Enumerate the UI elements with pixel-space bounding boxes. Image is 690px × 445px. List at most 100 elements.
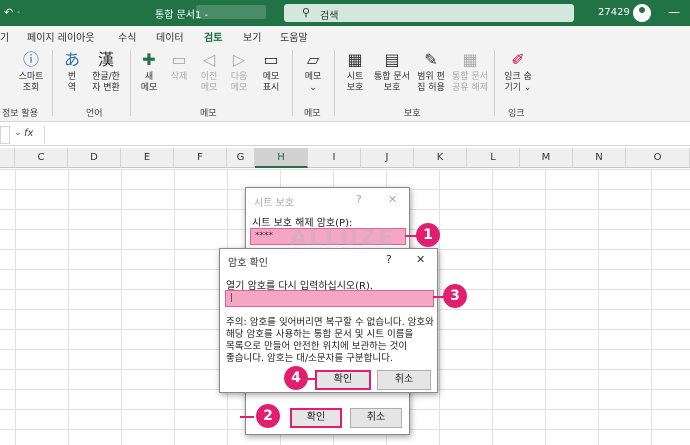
chevron-down-icon[interactable]: ⌄ — [14, 128, 22, 138]
button-label: 메모 — [262, 72, 280, 82]
unshare-icon: ▦ — [462, 50, 478, 69]
password-label: 시트 보호 해제 암호(P): — [252, 218, 353, 229]
button-label: 메모 — [200, 83, 218, 93]
button-label: 범위 편 — [417, 72, 445, 82]
protect-sheet-icon: ▦ — [347, 50, 363, 69]
formula-bar: ⌄ fx — [0, 124, 690, 146]
column-header[interactable]: C — [15, 148, 68, 168]
fx-icon[interactable]: fx — [24, 128, 33, 139]
prev-comment-button[interactable]: ◁ 이전 메모 — [196, 50, 222, 94]
group-label-comments: 메모 — [200, 109, 217, 119]
new-comment-icon: ✚ — [142, 50, 156, 69]
tab-formulas[interactable]: 수식 — [118, 29, 136, 44]
tab-help[interactable]: 도움말 — [280, 29, 308, 44]
group-label-protect: 보호 — [404, 109, 421, 119]
password-value: **** — [255, 231, 273, 241]
column-header[interactable]: O — [626, 148, 690, 168]
next-comment-icon: ▷ — [232, 50, 246, 69]
callout-badge-4: 4 — [284, 366, 308, 390]
search-box[interactable]: ⚲ 검색 — [284, 4, 574, 22]
translate-button[interactable]: あ 번 역 — [60, 50, 84, 94]
note-line: 좋습니다. 암호는 대/소문자를 구분합니다. — [226, 353, 393, 364]
group-separator — [292, 50, 293, 116]
help-icon[interactable]: ? — [356, 193, 362, 206]
column-header[interactable]: H — [255, 148, 308, 168]
minimize-button[interactable]: — — [668, 5, 680, 19]
button-label: 메모 — [304, 72, 322, 82]
translate-icon: あ — [63, 50, 80, 69]
new-comment-button[interactable]: ✚ 새 메모 — [136, 50, 162, 94]
column-header[interactable]: I — [308, 148, 361, 168]
button-label: 보호 — [383, 83, 401, 93]
cancel-button[interactable]: 취소 — [377, 370, 431, 390]
unshare-button[interactable]: ▦ 통합 문서 공유 해제 — [450, 50, 490, 94]
button-label: 스마트 — [18, 72, 44, 82]
allow-edit-button[interactable]: ✎ 범위 편 집 허용 — [414, 50, 448, 94]
dialog-title: 암호 확인 — [228, 258, 268, 269]
notes-button[interactable]: ▱ 메모 ⌄ — [298, 50, 328, 94]
smart-lookup-button[interactable]: ⓘ 스마트 조회 — [14, 50, 48, 94]
column-header[interactable]: M — [520, 148, 573, 168]
title-blur — [196, 5, 266, 19]
button-label: 집 허용 — [417, 83, 445, 93]
protect-workbook-button[interactable]: ▤ 통합 문서 보호 — [372, 50, 412, 94]
unprotect-password-field[interactable]: **** — [250, 228, 406, 245]
button-label: 역 — [67, 83, 77, 93]
close-icon[interactable]: ✕ — [416, 253, 425, 266]
close-icon[interactable]: ✕ — [388, 193, 397, 206]
group-label-info: 정보 활용 — [2, 109, 38, 119]
tab-view[interactable]: 보기 — [243, 29, 261, 44]
ok-button[interactable]: 확인 — [290, 408, 342, 428]
tab-page-layout[interactable]: 페이지 레이아웃 — [27, 29, 95, 44]
button-label: ⌄ — [309, 83, 317, 93]
column-header[interactable]: L — [467, 148, 520, 168]
hanja-button[interactable]: 漢 한글/한 자 변환 — [86, 50, 126, 94]
button-label: 이전 — [200, 72, 218, 82]
button-label: 조회 — [22, 83, 40, 93]
note-line: 주의: 암호를 잊어버리면 복구할 수 없습니다. 암호와 — [226, 317, 434, 328]
column-header[interactable]: E — [121, 148, 174, 168]
column-header[interactable]: J — [361, 148, 414, 168]
button-label: 삭제 — [170, 72, 188, 82]
title-bar: ↶ · 통합 문서1 - ⚲ 검색 27429 — — [0, 0, 690, 26]
column-header[interactable]: K — [414, 148, 467, 168]
name-box[interactable] — [0, 126, 10, 144]
button-label: 표시 — [262, 83, 280, 93]
button-label: 번 — [67, 72, 77, 82]
reenter-password-field[interactable]: | — [225, 290, 434, 307]
column-header[interactable]: D — [68, 148, 121, 168]
column-header[interactable]: G — [227, 148, 255, 168]
hide-ink-button[interactable]: ✐ 잉크 숨 기기 ⌄ — [500, 50, 536, 94]
button-label: 공유 해제 — [452, 83, 488, 93]
button-label: 통합 문서 — [452, 72, 488, 82]
next-comment-button[interactable]: ▷ 다음 메모 — [226, 50, 252, 94]
callout-badge-2: 2 — [256, 404, 280, 428]
menu-bar: 기 페이지 레이아웃 수식 데이터 검토 보기 도움말 — [0, 26, 690, 48]
confirm-password-dialog: 암호 확인 ? ✕ 열기 암호를 다시 입력하십시오(R). | 주의: 암호를… — [219, 248, 438, 393]
button-label: 새 — [144, 72, 154, 82]
search-icon: ⚲ — [302, 6, 311, 19]
corner-cell[interactable] — [0, 148, 15, 168]
cancel-button[interactable]: 취소 — [350, 408, 402, 428]
formula-input[interactable] — [44, 126, 690, 144]
help-icon[interactable]: ? — [386, 253, 392, 266]
avatar[interactable] — [633, 4, 651, 22]
callout-line — [240, 416, 254, 418]
group-separator — [334, 50, 335, 116]
delete-comment-button[interactable]: ▭ 삭제 — [166, 50, 192, 83]
column-header[interactable]: N — [573, 148, 626, 168]
column-header[interactable]: F — [174, 148, 227, 168]
callout-badge-3: 3 — [443, 284, 467, 308]
tab-data[interactable]: 데이터 — [156, 29, 184, 44]
protect-sheet-button[interactable]: ▦ 시트 보호 — [340, 50, 370, 94]
tab-home[interactable]: 기 — [0, 29, 9, 44]
group-label-language: 언어 — [86, 109, 103, 119]
ok-button[interactable]: 확인 — [315, 370, 371, 390]
protect-workbook-icon: ▤ — [384, 50, 400, 69]
show-comments-button[interactable]: ▭ 메모 표시 — [256, 50, 286, 94]
button-label: 자 변환 — [92, 83, 120, 93]
group-separator — [494, 50, 495, 116]
tab-review[interactable]: 검토 — [204, 29, 223, 48]
button-label: 메모 — [140, 83, 158, 93]
undo-icon[interactable]: ↶ · — [4, 6, 20, 19]
